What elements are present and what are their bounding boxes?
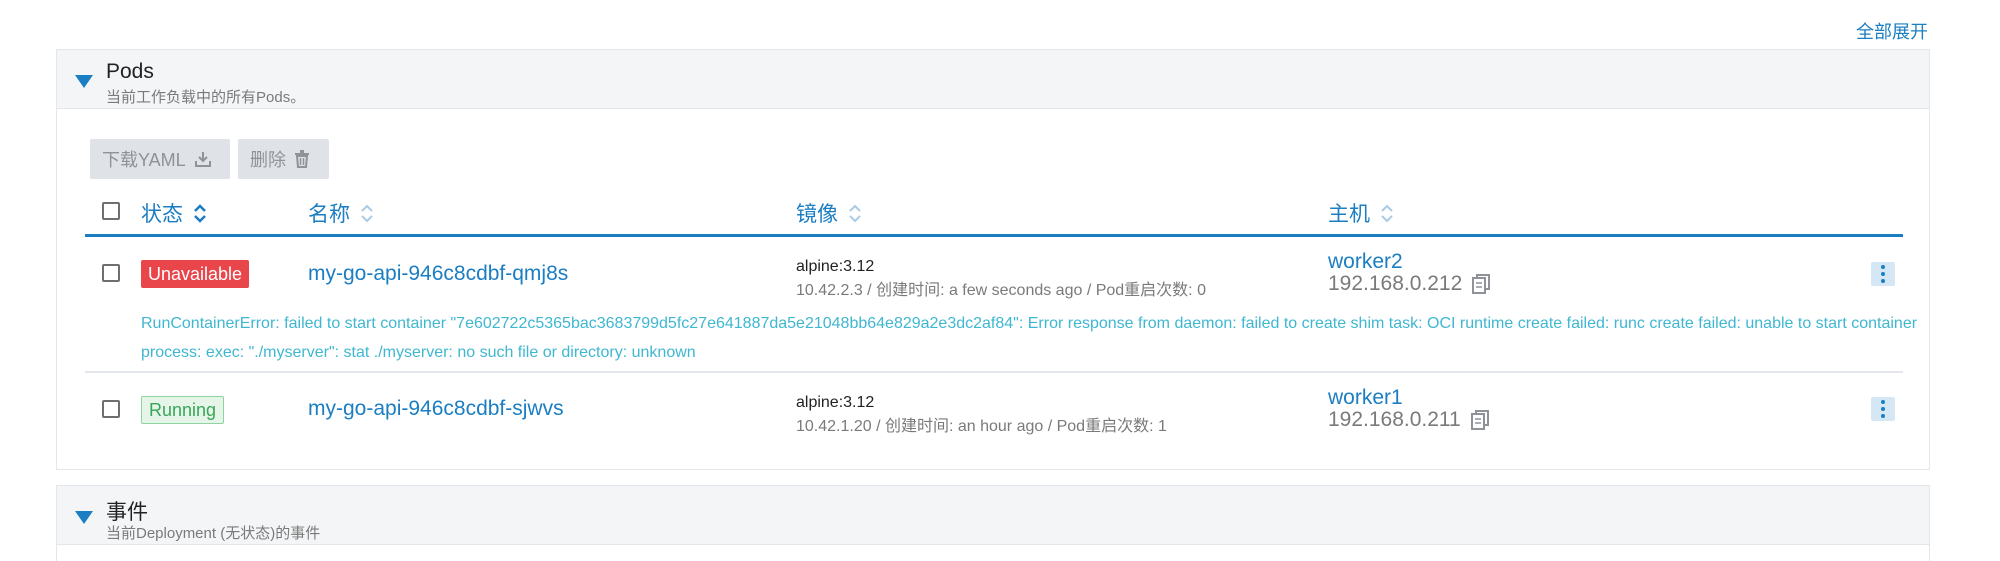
column-header-name-label: 名称 <box>308 203 350 226</box>
pods-panel-title: Pods <box>106 60 154 83</box>
pods-panel-header[interactable]: Pods 当前工作负载中的所有Pods。 <box>56 49 1930 109</box>
sort-icon <box>1381 204 1393 223</box>
column-header-image-label: 镜像 <box>796 203 838 226</box>
column-header-host-label: 主机 <box>1328 203 1370 226</box>
host-ip-value: 192.168.0.212 <box>1328 272 1463 295</box>
column-header-state-label: 状态 <box>141 203 183 226</box>
download-yaml-label: 下载YAML <box>102 150 186 170</box>
column-header-name[interactable]: 名称 <box>308 198 374 228</box>
pod-name-link[interactable]: my-go-api-946c8cdbf-qmj8s <box>308 262 568 286</box>
pod-image: alpine:3.12 <box>796 258 875 275</box>
collapse-caret-icon[interactable] <box>75 511 93 524</box>
sort-icon <box>849 204 861 223</box>
column-header-host[interactable]: 主机 <box>1328 198 1394 228</box>
status-badge: Unavailable <box>141 260 250 288</box>
select-all-checkbox[interactable] <box>102 202 120 220</box>
table-header-divider <box>85 234 1903 237</box>
delete-label: 删除 <box>250 150 286 170</box>
host-name-link[interactable]: worker1 <box>1328 386 1403 410</box>
pods-panel-body: 下载YAML 删除 状态 名称 镜像 主机 Unavailable my-go-… <box>56 109 1930 470</box>
pod-meta: 10.42.1.20 / 创建时间: an hour ago / Pod重启次数… <box>796 418 1167 435</box>
download-yaml-button[interactable]: 下载YAML <box>90 139 230 179</box>
events-panel-body <box>56 545 1930 561</box>
download-icon <box>194 152 211 167</box>
status-badge: Running <box>141 396 225 424</box>
row-actions-menu-icon[interactable] <box>1871 397 1895 421</box>
events-panel-subtitle: 当前Deployment (无状态)的事件 <box>106 525 321 542</box>
host-name-link[interactable]: worker2 <box>1328 250 1403 274</box>
copy-icon[interactable] <box>1470 410 1489 430</box>
collapse-caret-icon[interactable] <box>75 75 93 88</box>
row-divider <box>85 371 1903 373</box>
trash-icon <box>295 150 309 168</box>
row-actions-menu-icon[interactable] <box>1871 262 1895 286</box>
row-checkbox[interactable] <box>102 264 120 282</box>
column-header-state[interactable]: 状态 <box>141 198 207 228</box>
column-header-image[interactable]: 镜像 <box>796 198 862 228</box>
host-ip: 192.168.0.212 <box>1328 272 1491 296</box>
pods-panel-subtitle: 当前工作负载中的所有Pods。 <box>106 89 306 106</box>
delete-button[interactable]: 删除 <box>238 139 329 179</box>
pod-error-message: RunContainerError: failed to start conta… <box>141 315 1918 361</box>
host-ip-value: 192.168.0.211 <box>1328 408 1461 431</box>
sort-icon <box>361 204 373 223</box>
pod-image: alpine:3.12 <box>796 394 875 411</box>
host-ip: 192.168.0.211 <box>1328 408 1489 432</box>
events-panel-header[interactable]: 事件 当前Deployment (无状态)的事件 <box>56 485 1930 545</box>
pod-meta: 10.42.2.3 / 创建时间: a few seconds ago / Po… <box>796 282 1206 299</box>
row-checkbox[interactable] <box>102 400 120 418</box>
sort-ascending-icon <box>194 204 206 223</box>
copy-icon[interactable] <box>1472 274 1491 294</box>
pod-name-link[interactable]: my-go-api-946c8cdbf-sjwvs <box>308 397 564 421</box>
expand-all-link[interactable]: 全部展开 <box>1856 18 1928 44</box>
